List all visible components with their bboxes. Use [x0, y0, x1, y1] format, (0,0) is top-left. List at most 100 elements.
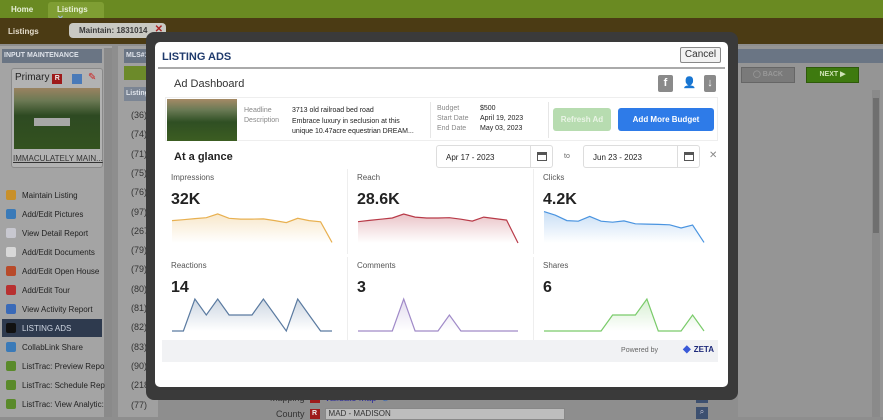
start-date-label: Start Date [437, 115, 469, 122]
brand-name: ZETA [693, 345, 714, 354]
menu-label: Add/Edit Open House [22, 266, 100, 276]
sparkline-chart [358, 297, 518, 332]
listing-count: (36) [131, 110, 148, 120]
scrollbar-thumb[interactable] [873, 98, 879, 233]
listing-ads-modal: LISTING ADS Cancel Ad Dashboard f 👤 ↓ He… [155, 42, 728, 387]
menu-icon [6, 228, 16, 238]
menu-icon [6, 209, 16, 219]
facebook-icon[interactable]: f [658, 75, 673, 92]
label: Primary [15, 72, 50, 83]
tab-listings[interactable]: Listings ✕ [48, 2, 104, 23]
metric-label: Impressions [171, 173, 215, 182]
sparkline-chart [543, 211, 705, 243]
menu-label: View Activity Report [22, 304, 93, 314]
listing-count: (81) [131, 303, 148, 313]
budget-label: Budget [437, 105, 460, 112]
listing-count: (97) [131, 206, 148, 217]
listing-count: (79) [131, 245, 148, 256]
ad-photo [167, 99, 237, 141]
panel-header: INPUT MAINTENANCE [2, 49, 102, 63]
menu-item[interactable]: Maintain Listing [6, 186, 106, 204]
start-date-value: April 19, 2023 [480, 115, 524, 122]
menu-label: ListTrac: View Analytic: [22, 399, 104, 409]
tab-home[interactable]: Home [2, 2, 42, 18]
listing-count: (83) [131, 341, 148, 352]
end-date-value: May 03, 2023 [480, 125, 523, 132]
menu-icon [6, 380, 16, 390]
menu-label: Add/Edit Tour [22, 285, 70, 295]
add-more-budget-button[interactable]: Add More Budget [618, 108, 714, 131]
menu-label: CollabLink Share [22, 342, 83, 352]
house-shape [34, 118, 70, 126]
listing-count: (80) [131, 283, 148, 294]
user-help-icon[interactable]: 👤 [682, 75, 697, 92]
divider [430, 102, 431, 138]
listing-count: (76) [131, 187, 148, 198]
gallery-icon[interactable] [72, 74, 82, 84]
menu-item[interactable]: ListTrac: View Analytic: [6, 395, 106, 413]
clear-dates-icon[interactable]: ✕ [709, 150, 717, 161]
menu-icon [6, 190, 16, 200]
edit-icon[interactable]: ✎ [88, 72, 96, 83]
menu-item[interactable]: View Activity Report [6, 300, 106, 318]
listing-count: (82) [131, 322, 148, 333]
metric-card-reactions: Reactions 14 [165, 257, 348, 342]
county-input[interactable]: MAD - MADISON [324, 408, 565, 420]
label: NEXT [819, 71, 839, 78]
metric-card-shares: Shares 6 [537, 257, 720, 342]
menu-item[interactable]: Add/Edit Open House [6, 262, 106, 280]
listing-count: (74) [131, 129, 148, 140]
search-button[interactable]: ⌕ [696, 407, 708, 419]
zeta-diamond-icon: ◆ [683, 344, 691, 355]
listing-count: (71) [131, 148, 148, 159]
metric-label: Comments [357, 261, 396, 270]
refresh-ad-button[interactable]: Refresh Ad [553, 108, 611, 131]
sparkline-chart [357, 213, 519, 244]
metric-card-comments: Comments 3 [351, 257, 534, 342]
listing-count: (90) [131, 360, 148, 371]
metric-card-reach: Reach 28.6K [351, 169, 534, 254]
primary-label: Primary R [15, 72, 63, 84]
to-label: to [564, 153, 570, 160]
menu-item[interactable]: Add/Edit Tour [6, 281, 106, 299]
listing-caption-link[interactable]: IMMACULATELY MAIN... [13, 154, 103, 163]
cancel-button[interactable]: Cancel [680, 47, 721, 63]
menu-item[interactable]: ListTrac: Schedule Rep [6, 376, 106, 394]
menu-label: Add/Edit Documents [22, 247, 95, 257]
sparkline-chart [544, 297, 705, 332]
budget-value: $500 [480, 105, 496, 112]
tab-label: Listings [57, 5, 88, 14]
subtab-listings[interactable]: Listings [8, 27, 39, 36]
back-button[interactable]: ◯ BACK [741, 67, 795, 83]
menu-icon [6, 361, 16, 371]
menu-item[interactable]: ListTrac: Preview Repo [6, 357, 106, 375]
menu-icon [6, 304, 16, 314]
metric-card-impressions: Impressions 32K [165, 169, 348, 254]
menu-item[interactable]: View Detail Report [6, 224, 106, 242]
menu-label: ListTrac: Preview Repo [22, 361, 105, 371]
calendar-icon[interactable] [677, 146, 699, 167]
date-value: Apr 17 - 2023 [446, 153, 495, 162]
ad-info-card: Headline 3713 old railroad bed road Desc… [165, 97, 718, 141]
menu-label: LISTING ADS [22, 323, 72, 333]
menu-item[interactable]: Add/Edit Documents [6, 243, 106, 261]
divider [548, 102, 549, 138]
menu-item[interactable]: LISTING ADS [2, 319, 102, 337]
description-label: Description [244, 117, 280, 124]
listing-count: (77) [131, 399, 148, 410]
label: BACK [762, 71, 783, 78]
next-button[interactable]: NEXT ▶ [806, 67, 859, 83]
form-area [738, 46, 883, 417]
primary-photo-card[interactable]: Primary R ✎ IMMACULATELY MAIN... [11, 68, 103, 168]
calendar-icon[interactable] [530, 146, 552, 167]
menu-item[interactable]: Add/Edit Pictures [6, 205, 106, 223]
download-icon[interactable]: ↓ [704, 75, 716, 92]
menu-item[interactable]: CollabLink Share [6, 338, 106, 356]
metric-label: Reach [357, 173, 381, 182]
listing-count: (75) [131, 167, 148, 178]
county-label: County [276, 409, 305, 419]
start-date-input[interactable]: Apr 17 - 2023 [436, 145, 553, 168]
end-date-input[interactable]: Jun 23 - 2023 [583, 145, 700, 168]
tab-label: Maintain: 1831014 [79, 26, 148, 35]
listing-count: (79) [131, 264, 148, 275]
